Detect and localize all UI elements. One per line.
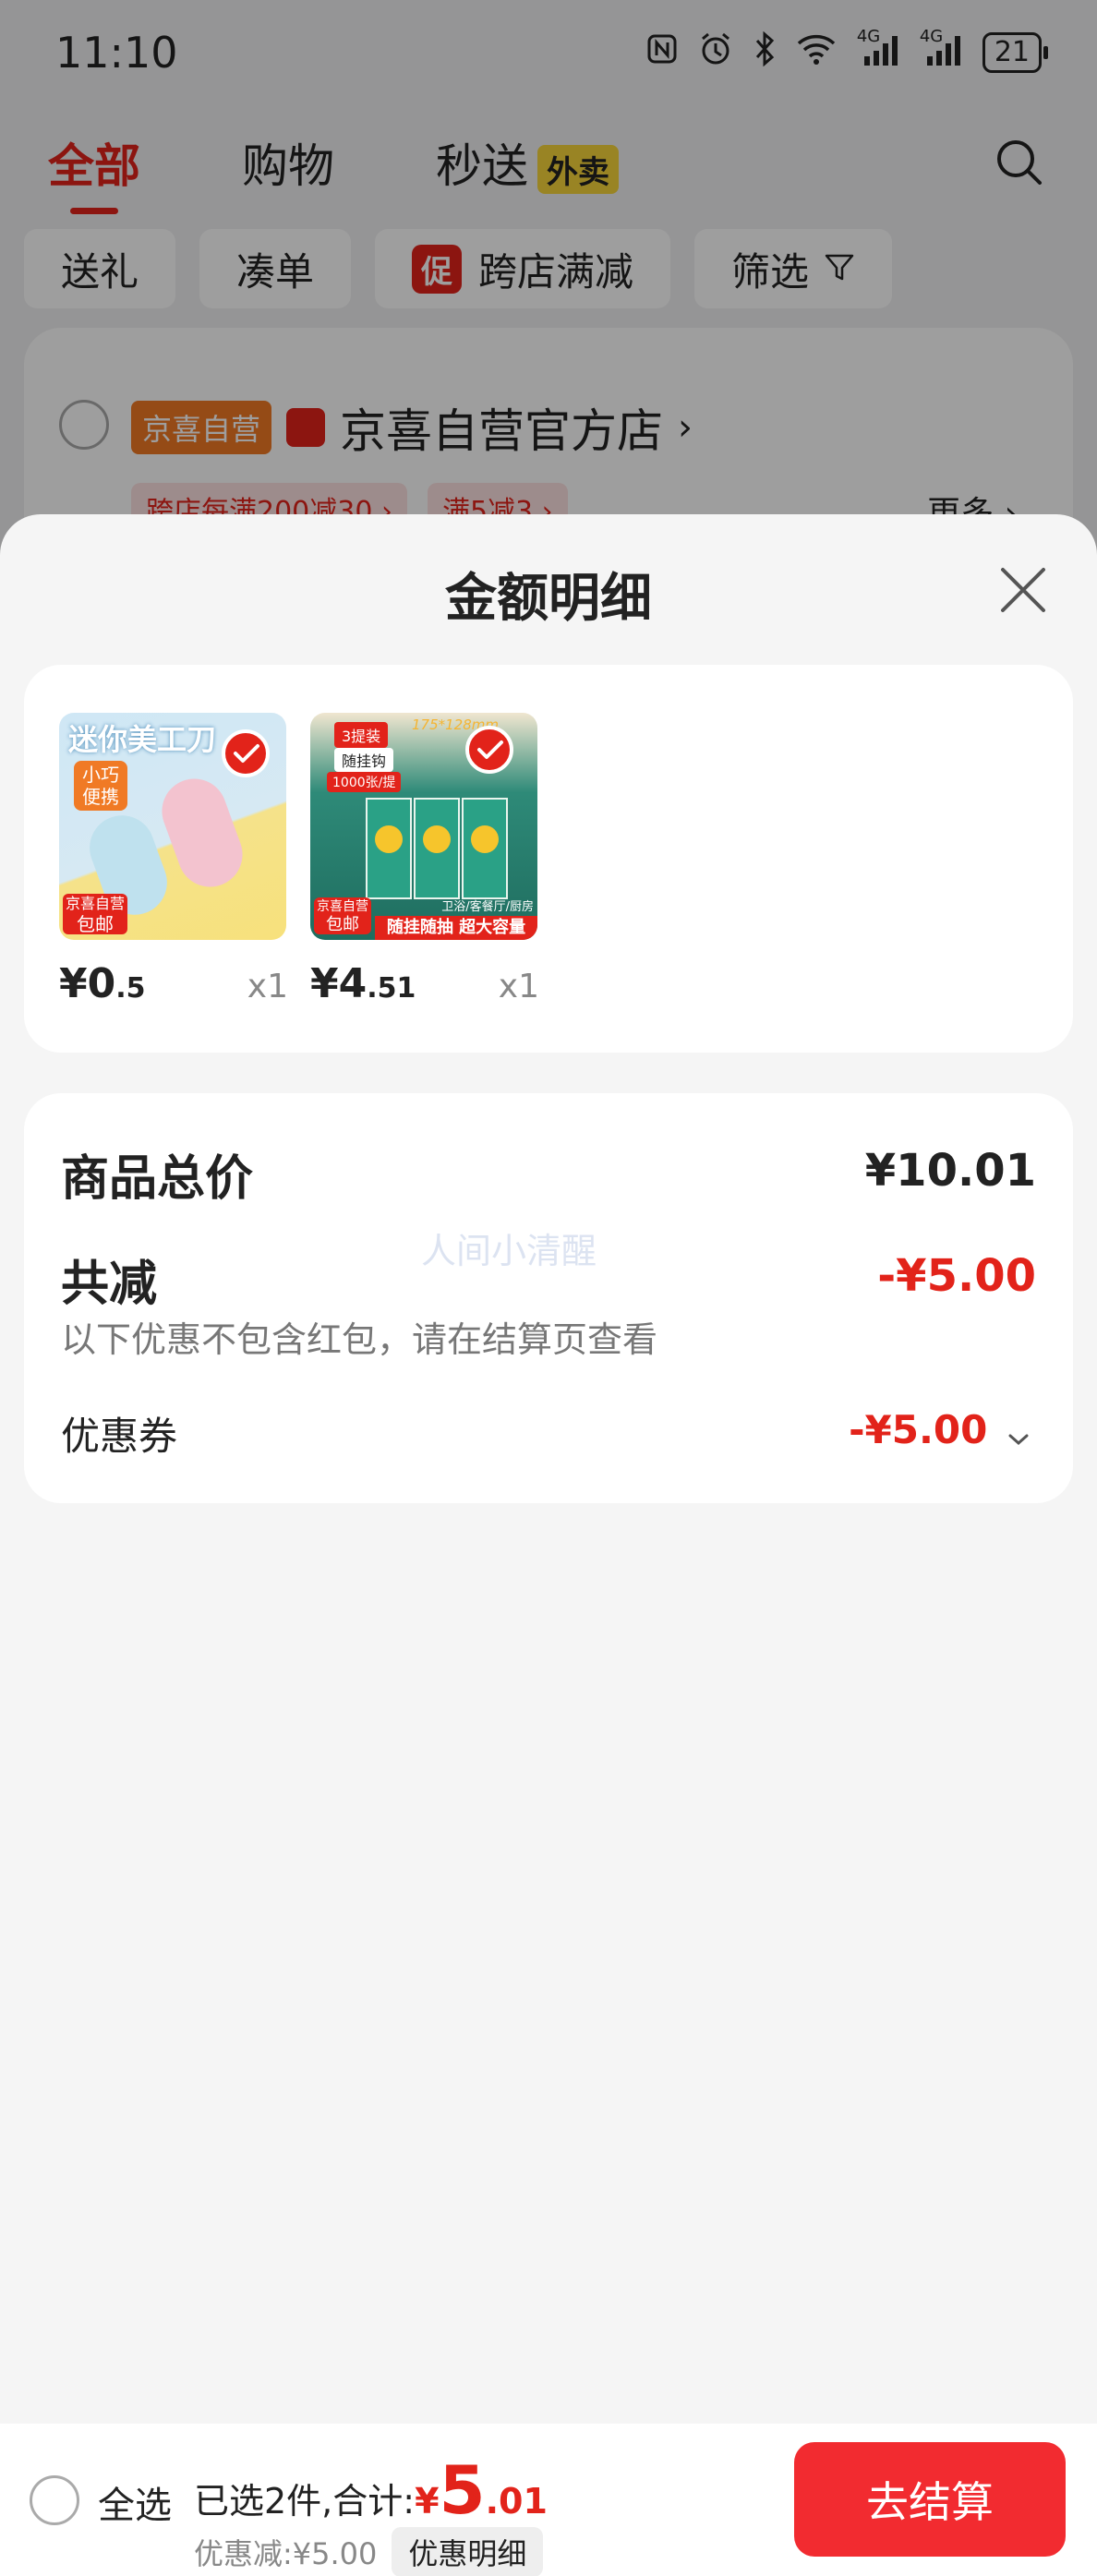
total-line: 已选2件,合计: ¥5.01 xyxy=(194,2451,548,2529)
corner-badge-line2: 包邮 xyxy=(326,915,359,934)
checked-icon xyxy=(222,729,270,777)
product-thumbnail: 3提装 随挂钩 1000张/提 175*128mm 卫浴/客餐厅/厨房 随挂随抽… xyxy=(310,713,537,940)
total-price-label: 商品总价 xyxy=(61,1151,254,1207)
close-icon[interactable] xyxy=(995,562,1051,618)
product-price-row: ¥0.5 x1 xyxy=(59,960,288,1007)
watermark: 人间小清醒 xyxy=(421,1231,597,1271)
discount-detail-button[interactable]: 优惠明细 xyxy=(392,2527,544,2576)
cutter-pink-shape xyxy=(152,769,252,897)
price-decimal: .51 xyxy=(367,972,416,1005)
discount-line: 优惠减:¥5.00 优惠明细 xyxy=(194,2527,544,2576)
total-currency: ¥ xyxy=(415,2481,440,2522)
discount-note: 以下优惠不包含红包，请在结算页查看 xyxy=(61,1319,658,1360)
product-image-title: 迷你美工刀 xyxy=(68,722,217,757)
product-price-row: ¥4.51 x1 xyxy=(310,960,539,1007)
discount-amount: 优惠减:¥5.00 xyxy=(194,2536,378,2571)
product-thumbnail: 迷你美工刀 小巧便携 京喜自营 包邮 xyxy=(59,713,286,940)
sunflower-shape xyxy=(375,825,403,853)
tissue-box-shape xyxy=(462,798,508,899)
chevron-down-icon xyxy=(1008,1410,1029,1455)
checkout-bar: 全选 已选2件,合计: ¥5.01 优惠减:¥5.00 优惠明细 去结算 xyxy=(0,2424,1097,2576)
product-image-tag: 小巧便携 xyxy=(74,761,127,811)
sunflower-shape xyxy=(471,825,499,853)
total-reduce-label: 共减 xyxy=(61,1257,158,1312)
product-image-footer-small: 卫浴/客餐厅/厨房 xyxy=(441,900,534,914)
corner-badge: 京喜自营 包邮 xyxy=(63,894,127,934)
product-item[interactable]: 3提装 随挂钩 1000张/提 175*128mm 卫浴/客餐厅/厨房 随挂随抽… xyxy=(310,713,539,1007)
selected-products-card: 迷你美工刀 小巧便携 京喜自营 包邮 ¥0.5 x1 3提装 随挂钩 1000张… xyxy=(24,665,1073,1053)
checkout-button[interactable]: 去结算 xyxy=(794,2442,1066,2557)
total-decimal: .01 xyxy=(485,2481,548,2522)
price-integer: ¥0 xyxy=(59,960,116,1007)
coupon-row-toggle[interactable]: -¥5.00 xyxy=(849,1407,1029,1455)
product-quantity: x1 xyxy=(498,968,539,1005)
checked-icon xyxy=(465,726,513,774)
price-integer: ¥4 xyxy=(310,960,368,1007)
product-quantity: x1 xyxy=(247,968,288,1005)
corner-badge-line1: 京喜自营 xyxy=(65,895,125,912)
price-decimal: .5 xyxy=(115,972,146,1005)
product-image-footer: 随挂随抽 超大容量 xyxy=(375,916,537,940)
tissue-box-shape xyxy=(414,798,460,899)
selected-count-text: 已选2件,合计: xyxy=(194,2481,416,2522)
select-all-label[interactable]: 全选 xyxy=(98,2475,172,2529)
tissue-box-shape xyxy=(366,798,412,899)
product-price: ¥4.51 xyxy=(310,960,416,1007)
coupon-value: -¥5.00 xyxy=(849,1407,988,1452)
select-all-radio[interactable] xyxy=(30,2475,79,2525)
sunflower-shape xyxy=(423,825,451,853)
product-image-sub: 1000张/提 xyxy=(327,772,402,792)
price-summary-card: 商品总价 ¥10.01 人间小清醒 共减 -¥5.00 以下优惠不包含红包，请在… xyxy=(24,1093,1073,1503)
corner-badge-line1: 京喜自营 xyxy=(317,899,368,914)
coupon-label: 优惠券 xyxy=(61,1414,178,1459)
sheet-title: 金额明细 xyxy=(445,569,652,629)
product-price: ¥0.5 xyxy=(59,960,146,1007)
corner-badge-line2: 包邮 xyxy=(77,913,114,935)
total-amount: ¥5.01 xyxy=(415,2451,548,2529)
product-item[interactable]: 迷你美工刀 小巧便携 京喜自营 包邮 ¥0.5 x1 xyxy=(59,713,288,1007)
product-image-tag: 随挂钩 xyxy=(334,748,394,772)
total-reduce-value: -¥5.00 xyxy=(877,1250,1036,1302)
corner-badge: 京喜自营 包邮 xyxy=(314,897,371,934)
amount-detail-sheet: 金额明细 迷你美工刀 小巧便携 京喜自营 包邮 ¥0.5 x1 3提装 随挂钩 … xyxy=(0,514,1097,2424)
product-image-title: 3提装 xyxy=(334,722,389,748)
total-price-value: ¥10.01 xyxy=(864,1145,1036,1197)
total-integer: 5 xyxy=(439,2451,486,2529)
